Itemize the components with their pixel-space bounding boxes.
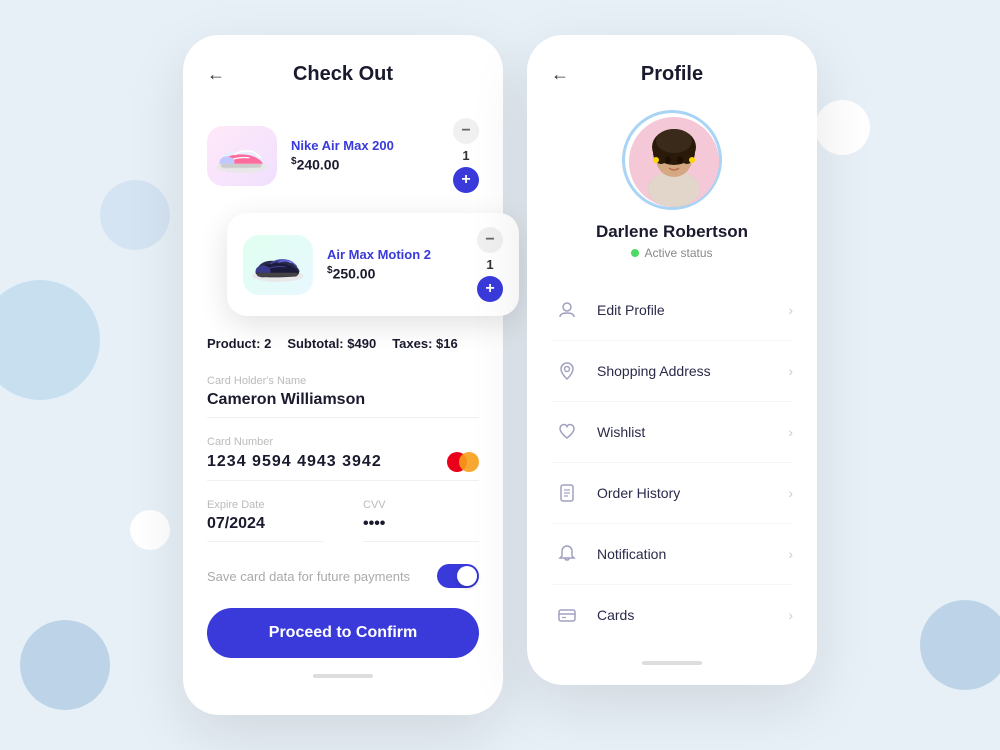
shoe-svg-1 bbox=[212, 131, 272, 181]
menu-item-shopping-address[interactable]: Shopping Address › bbox=[551, 341, 793, 402]
edit-profile-chevron: › bbox=[788, 302, 793, 318]
expire-cvv-row: Expire Date 07/2024 CVV •••• bbox=[207, 499, 479, 560]
card-number-field: Card Number 1234 9594 4943 3942 bbox=[207, 436, 479, 481]
bg-decoration-5 bbox=[815, 100, 870, 155]
notification-chevron: › bbox=[788, 546, 793, 562]
cards-chevron: › bbox=[788, 607, 793, 623]
profile-menu-list: Edit Profile › Shopping Address › Wishli… bbox=[551, 280, 793, 645]
profile-back-button[interactable]: ← bbox=[551, 64, 569, 85]
menu-item-order-history[interactable]: Order History › bbox=[551, 463, 793, 524]
qty-plus-2[interactable]: + bbox=[477, 276, 503, 302]
checkout-back-button[interactable]: ← bbox=[207, 64, 225, 85]
mastercard-icon bbox=[447, 452, 479, 472]
cvv-value[interactable]: •••• bbox=[363, 515, 479, 533]
person-icon bbox=[551, 294, 583, 326]
save-card-label: Save card data for future payments bbox=[207, 569, 410, 584]
save-card-row: Save card data for future payments bbox=[207, 564, 479, 588]
card-holder-value[interactable]: Cameron Williamson bbox=[207, 391, 479, 409]
status-dot bbox=[631, 249, 639, 257]
document-icon bbox=[551, 477, 583, 509]
shopping-address-label: Shopping Address bbox=[597, 363, 788, 379]
expire-date-value[interactable]: 07/2024 bbox=[207, 515, 323, 533]
bg-decoration-3 bbox=[20, 620, 110, 710]
product-price-2: $250.00 bbox=[327, 265, 477, 282]
bell-icon bbox=[551, 538, 583, 570]
mc-orange-circle bbox=[459, 452, 479, 472]
menu-item-cards[interactable]: Cards › bbox=[551, 585, 793, 645]
qty-controls-2: − 1 + bbox=[477, 227, 503, 302]
location-icon bbox=[551, 355, 583, 387]
qty-minus-1[interactable]: − bbox=[453, 118, 479, 144]
card-icon bbox=[551, 599, 583, 631]
cards-label: Cards bbox=[597, 607, 788, 623]
profile-panel: ← Profile bbox=[527, 35, 817, 685]
menu-item-notification[interactable]: Notification › bbox=[551, 524, 793, 585]
product-name-2: Air Max Motion 2 bbox=[327, 247, 477, 262]
qty-number-2: 1 bbox=[486, 257, 493, 272]
avatar-ring bbox=[622, 110, 722, 210]
shopping-address-chevron: › bbox=[788, 363, 793, 379]
save-card-toggle[interactable] bbox=[437, 564, 479, 588]
checkout-header: ← Check Out bbox=[207, 63, 479, 86]
subtotal-summary: Subtotal: $490 bbox=[287, 336, 376, 351]
taxes-summary: Taxes: $16 bbox=[392, 336, 458, 351]
shoe-svg-2 bbox=[248, 240, 308, 290]
bg-decoration-1 bbox=[0, 280, 100, 400]
order-summary: Product: 2 Subtotal: $490 Taxes: $16 bbox=[207, 336, 479, 351]
wishlist-chevron: › bbox=[788, 424, 793, 440]
expire-date-field: Expire Date 07/2024 bbox=[207, 499, 323, 542]
menu-item-edit-profile[interactable]: Edit Profile › bbox=[551, 280, 793, 341]
card-number-row: 1234 9594 4943 3942 bbox=[207, 452, 479, 472]
scroll-indicator bbox=[313, 674, 373, 678]
cvv-field: CVV •••• bbox=[363, 499, 479, 542]
active-status: Active status bbox=[631, 246, 712, 260]
card-number-value[interactable]: 1234 9594 4943 3942 bbox=[207, 453, 447, 471]
profile-title: Profile bbox=[577, 63, 767, 86]
wishlist-label: Wishlist bbox=[597, 424, 788, 440]
toggle-knob bbox=[457, 566, 477, 586]
qty-plus-1[interactable]: + bbox=[453, 167, 479, 193]
user-name: Darlene Robertson bbox=[596, 222, 748, 242]
checkout-title: Check Out bbox=[233, 63, 453, 86]
profile-header: ← Profile bbox=[551, 63, 793, 86]
product-price-1: $240.00 bbox=[291, 156, 453, 173]
qty-minus-2[interactable]: − bbox=[477, 227, 503, 253]
order-history-chevron: › bbox=[788, 485, 793, 501]
heart-icon bbox=[551, 416, 583, 448]
avatar-image bbox=[629, 117, 719, 207]
product-name-1: Nike Air Max 200 bbox=[291, 138, 453, 153]
product-image-1 bbox=[207, 126, 277, 186]
qty-controls-1: − 1 + bbox=[453, 118, 479, 193]
card-number-label: Card Number bbox=[207, 436, 479, 448]
profile-scroll-indicator bbox=[642, 661, 702, 665]
product-info-2: Air Max Motion 2 $250.00 bbox=[327, 247, 477, 282]
person-avatar-svg bbox=[629, 117, 719, 207]
product-item-2: Air Max Motion 2 $250.00 − 1 + bbox=[227, 213, 519, 316]
product-count-summary: Product: 2 bbox=[207, 336, 271, 351]
product-info-1: Nike Air Max 200 $240.00 bbox=[291, 138, 453, 173]
panels-container: ← Check Out Nike Air Max 200 bbox=[183, 35, 817, 715]
bg-decoration-6 bbox=[920, 600, 1000, 690]
product-image-2 bbox=[243, 235, 313, 295]
menu-item-wishlist[interactable]: Wishlist › bbox=[551, 402, 793, 463]
card-holder-label: Card Holder's Name bbox=[207, 375, 479, 387]
edit-profile-label: Edit Profile bbox=[597, 302, 788, 318]
avatar-section: Darlene Robertson Active status bbox=[551, 110, 793, 260]
expire-date-label: Expire Date bbox=[207, 499, 323, 511]
product-item-1: Nike Air Max 200 $240.00 − 1 + bbox=[207, 110, 479, 201]
bg-decoration-4 bbox=[130, 510, 170, 550]
bg-decoration-2 bbox=[100, 180, 170, 250]
order-history-label: Order History bbox=[597, 485, 788, 501]
card-holder-field: Card Holder's Name Cameron Williamson bbox=[207, 375, 479, 418]
cvv-label: CVV bbox=[363, 499, 479, 511]
qty-number-1: 1 bbox=[462, 148, 469, 163]
checkout-panel: ← Check Out Nike Air Max 200 bbox=[183, 35, 503, 715]
active-status-label: Active status bbox=[644, 246, 712, 260]
notification-label: Notification bbox=[597, 546, 788, 562]
proceed-button[interactable]: Proceed to Confirm bbox=[207, 608, 479, 658]
